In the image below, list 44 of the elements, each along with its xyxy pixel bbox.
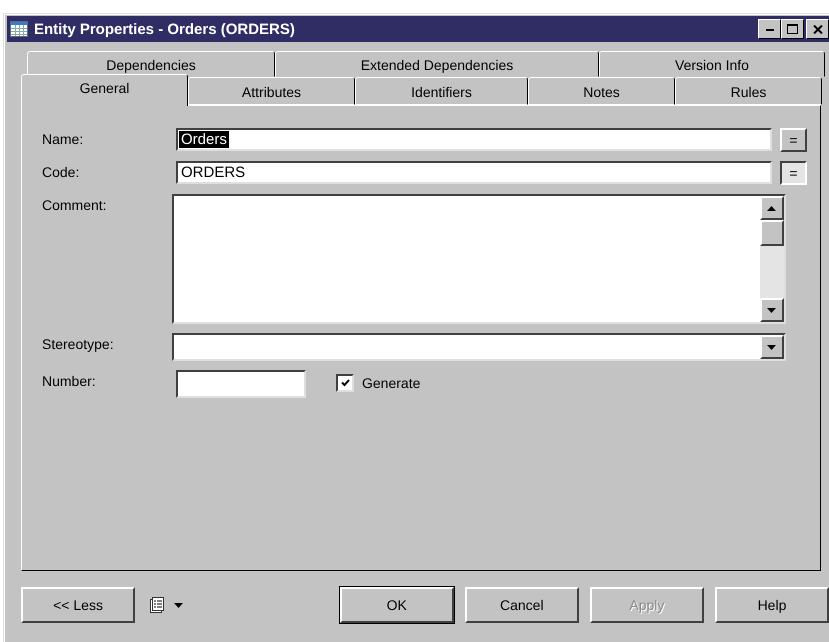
- field-label: Comment:: [42, 196, 108, 213]
- tab[interactable]: Version Info: [599, 51, 825, 77]
- checkbox-label: Generate: [362, 375, 420, 391]
- list-icon[interactable]: [150, 597, 164, 613]
- scrollbar[interactable]: [760, 196, 784, 322]
- scrollbar-thumb[interactable]: [760, 220, 784, 246]
- tab[interactable]: Identifiers: [355, 77, 528, 105]
- field-value: Orders: [179, 131, 229, 148]
- maximize-icon: [787, 24, 798, 34]
- dialog-button[interactable]: OK: [340, 587, 454, 623]
- minimize-button[interactable]: [758, 19, 781, 39]
- dialog-button[interactable]: Cancel: [464, 587, 579, 623]
- field-label: Stereotype:: [42, 335, 115, 352]
- field-label: Number:: [42, 372, 97, 389]
- checkbox[interactable]: [336, 374, 354, 392]
- checkmark-icon: [340, 379, 350, 387]
- dropdown-arrow-icon: [767, 344, 776, 350]
- equal-button[interactable]: =: [780, 128, 807, 152]
- maximize-button[interactable]: [781, 19, 804, 39]
- tab[interactable]: Dependencies: [27, 51, 275, 77]
- text-field[interactable]: ORDERS: [176, 161, 772, 184]
- window-title: Entity Properties - Orders (ORDERS): [34, 20, 296, 38]
- comment-field[interactable]: [172, 194, 786, 324]
- tab[interactable]: Attributes: [188, 77, 355, 105]
- dialog-button[interactable]: Help: [714, 587, 829, 623]
- field-value: ORDERS: [180, 164, 246, 181]
- tab[interactable]: Extended Dependencies: [275, 51, 599, 77]
- field-label: Name:: [42, 130, 84, 147]
- table-icon: [10, 21, 28, 37]
- dropdown-field[interactable]: [172, 333, 786, 361]
- dialog-button[interactable]: << Less: [21, 587, 136, 623]
- field-label: Code:: [42, 163, 80, 180]
- tab[interactable]: Rules: [675, 77, 822, 105]
- up-arrow-icon: [767, 206, 776, 210]
- close-button[interactable]: [806, 19, 829, 39]
- number-field[interactable]: [176, 370, 306, 398]
- caret-icon[interactable]: [174, 602, 184, 608]
- close-icon: [812, 24, 822, 34]
- text-field[interactable]: Orders: [176, 128, 772, 151]
- tab[interactable]: General: [21, 74, 188, 106]
- down-arrow-icon: [767, 308, 776, 312]
- minimize-icon: [766, 28, 774, 30]
- tab[interactable]: Notes: [528, 77, 675, 105]
- equal-button[interactable]: =: [780, 161, 807, 185]
